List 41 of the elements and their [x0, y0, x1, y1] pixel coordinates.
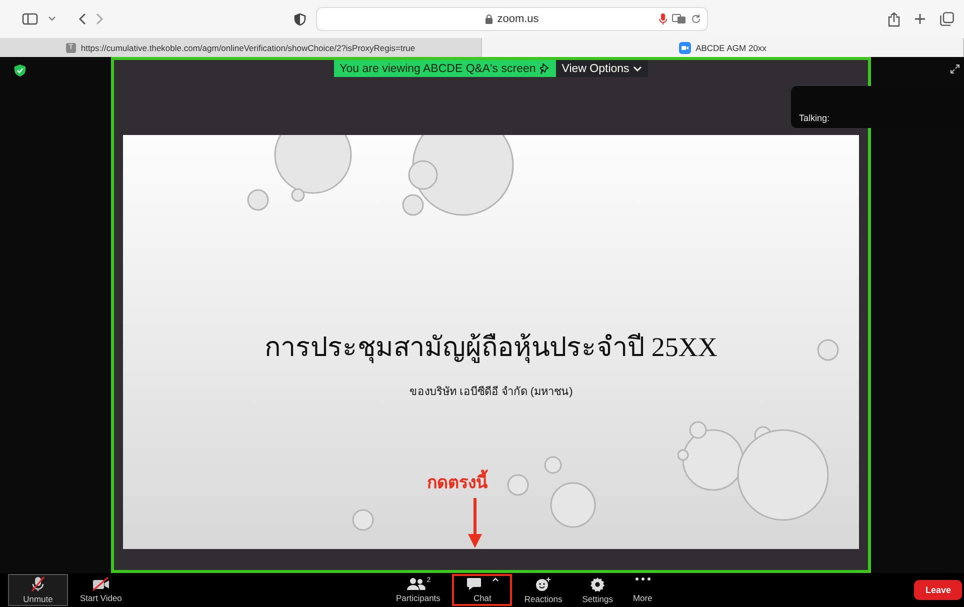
back-icon[interactable]	[78, 13, 86, 25]
slide-title: การประชุมสามัญผู้ถือหุ้นประจำปี 25XX	[264, 331, 718, 366]
sidebar-icon[interactable]	[22, 13, 38, 25]
chevron-down-icon	[633, 66, 642, 72]
pin-icon	[540, 62, 550, 74]
video-off-icon	[92, 577, 110, 591]
more-button[interactable]: More	[624, 574, 660, 606]
annotation-text: กดตรงนี้	[427, 468, 488, 495]
settings-icon	[590, 576, 606, 592]
settings-button[interactable]: Settings	[574, 574, 621, 606]
address-text: zoom.us	[497, 13, 539, 25]
reactions-button[interactable]: Reactions	[516, 574, 570, 606]
more-icon	[634, 577, 651, 581]
muted-microphone-icon	[30, 576, 46, 592]
leave-button[interactable]: Leave	[914, 580, 962, 600]
chat-button[interactable]: Chat	[452, 574, 512, 606]
viewing-banner: You are viewing ABCDE Q&A's screen	[334, 60, 556, 77]
lock-icon	[485, 14, 494, 24]
smiley-plus-icon	[535, 576, 552, 592]
shield-icon[interactable]	[294, 12, 306, 26]
unmute-button[interactable]: Unmute	[8, 574, 68, 606]
chevron-down-icon[interactable]	[48, 16, 56, 22]
chat-bubble-icon	[466, 577, 482, 591]
microphone-icon[interactable]	[659, 13, 667, 25]
expand-icon[interactable]	[950, 64, 960, 74]
share-icon[interactable]	[888, 12, 900, 26]
start-video-button[interactable]: Start Video	[72, 574, 130, 606]
slide-subtitle: ของบริษัท เอบีซีดีอี จำกัด (มหาชน)	[409, 384, 573, 400]
reload-icon[interactable]	[691, 14, 701, 24]
video-camera-icon	[678, 42, 691, 54]
tabs-overview-icon[interactable]	[940, 12, 954, 26]
address-field[interactable]: zoom.us	[316, 7, 708, 31]
new-tab-icon[interactable]	[914, 13, 926, 25]
caret-icon[interactable]	[492, 577, 499, 582]
down-arrow	[468, 498, 482, 548]
translate-icon[interactable]	[672, 14, 686, 24]
browser-tab[interactable]: ABCDE AGM 20xx	[482, 38, 964, 57]
view-options-button[interactable]: View Options	[556, 60, 648, 77]
talking-label: Talking:	[799, 113, 830, 123]
people-icon	[406, 577, 426, 591]
shield-check-icon[interactable]	[14, 64, 26, 77]
